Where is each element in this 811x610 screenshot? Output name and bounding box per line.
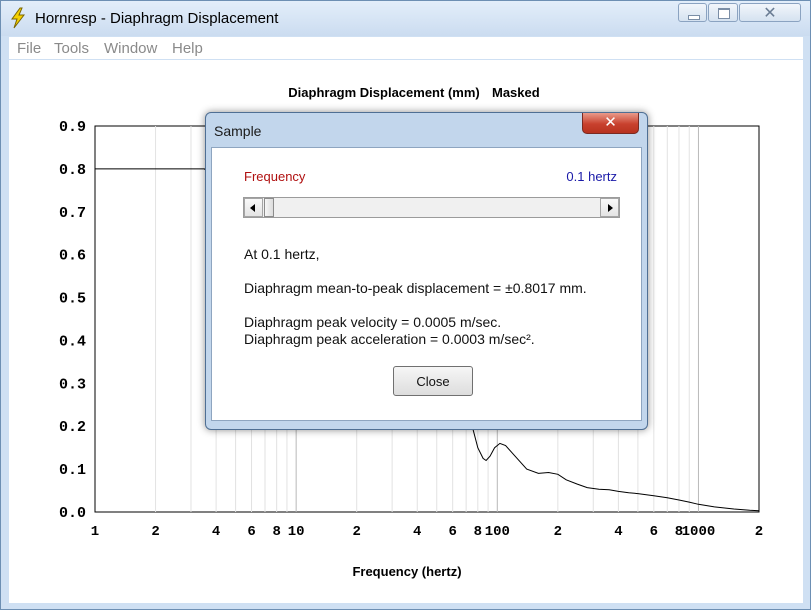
dialog-close-button[interactable]: ✕ [582, 113, 639, 134]
velocity-text: Diaphragm peak velocity = 0.0005 m/sec. [244, 314, 502, 330]
x-tick-label: 2 [151, 524, 159, 540]
menu-tools[interactable]: Tools [54, 40, 89, 57]
x-tick-label: 2 [352, 524, 360, 540]
sample-dialog: Sample ✕ Frequency 0.1 hertz At 0.1 hert… [205, 112, 648, 430]
x-tick-label: 1000 [682, 524, 716, 540]
x-tick-label: 4 [614, 524, 622, 540]
close-icon: ✕ [604, 113, 617, 131]
chart-title-suffix: Masked [492, 85, 540, 100]
x-tick-label: 2 [554, 524, 562, 540]
y-tick-label: 0.0 [59, 505, 86, 522]
frequency-label: Frequency [244, 169, 306, 184]
at-frequency-text: At 0.1 hertz, [244, 246, 320, 262]
frequency-slider[interactable] [243, 197, 620, 218]
dialog-title: Sample [214, 123, 262, 139]
menu-file[interactable]: File [17, 40, 41, 57]
x-axis-label: Frequency (hertz) [352, 564, 461, 579]
y-tick-label: 0.2 [59, 419, 86, 436]
x-tick-label: 4 [212, 524, 220, 540]
frequency-value: 0.1 hertz [566, 169, 617, 184]
window-title: Hornresp - Diaphragm Displacement [35, 10, 279, 27]
y-tick-label: 0.9 [59, 119, 86, 136]
x-tick-label: 100 [485, 524, 510, 540]
y-tick-label: 0.1 [59, 462, 86, 479]
x-tick-label: 4 [413, 524, 421, 540]
y-tick-label: 0.8 [59, 162, 86, 179]
x-tick-label: 10 [288, 524, 305, 540]
window-close-button[interactable]: ✕ [739, 3, 801, 22]
y-tick-label: 0.7 [59, 205, 86, 222]
lightning-bolt-icon [11, 7, 26, 29]
acceleration-text: Diaphragm peak acceleration = 0.0003 m/s… [244, 331, 535, 347]
x-tick-label: 8 [272, 524, 280, 540]
y-tick-label: 0.6 [59, 248, 86, 265]
x-tick-label: 6 [247, 524, 255, 540]
y-tick-label: 0.5 [59, 291, 86, 308]
minimize-button[interactable] [678, 3, 707, 22]
scroll-left-button[interactable] [244, 198, 263, 217]
x-tick-label: 6 [448, 524, 456, 540]
close-button[interactable]: Close [393, 366, 473, 396]
menu-bar: File Tools Window Help [9, 37, 803, 59]
displacement-text: Diaphragm mean-to-peak displacement = ±0… [244, 280, 587, 296]
x-tick-label: 2 [755, 524, 763, 540]
scroll-right-button[interactable] [600, 198, 619, 217]
y-tick-label: 0.3 [59, 376, 86, 393]
y-tick-label: 0.4 [59, 333, 86, 350]
x-tick-label: 6 [650, 524, 658, 540]
maximize-button[interactable] [708, 3, 738, 22]
x-tick-label: 8 [474, 524, 482, 540]
chart-title: Diaphragm Displacement (mm) [288, 85, 479, 100]
title-bar[interactable]: Hornresp - Diaphragm Displacement ✕ [1, 1, 810, 36]
x-tick-label: 1 [91, 524, 99, 540]
slider-thumb[interactable] [264, 198, 274, 217]
close-icon: ✕ [763, 3, 777, 22]
dialog-body: Frequency 0.1 hertz At 0.1 hertz, Diaphr… [211, 147, 642, 421]
menu-help[interactable]: Help [172, 40, 203, 57]
menu-window[interactable]: Window [104, 40, 157, 57]
